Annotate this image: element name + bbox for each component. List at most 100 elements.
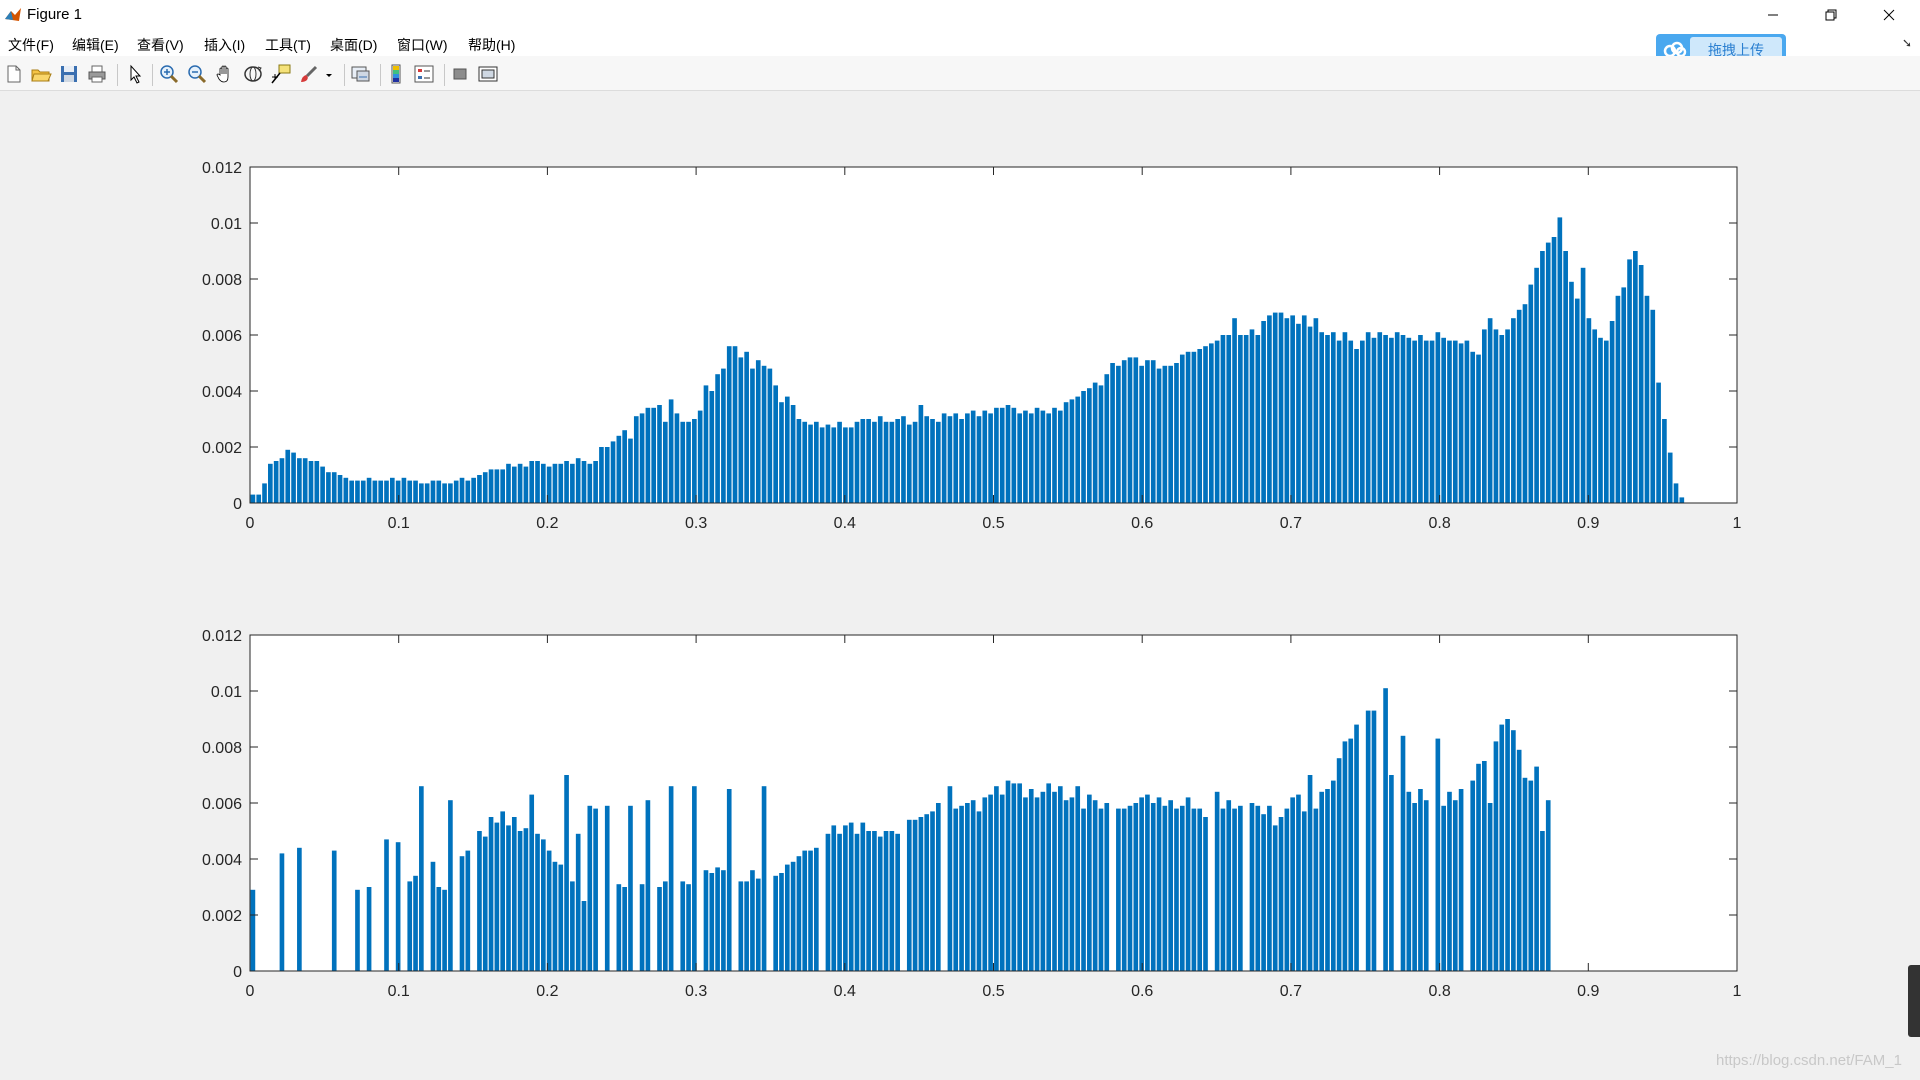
bar[interactable]	[1383, 688, 1388, 971]
bar[interactable]	[1081, 391, 1086, 503]
bar[interactable]	[1017, 783, 1022, 971]
bar[interactable]	[802, 850, 808, 971]
bar[interactable]	[860, 419, 866, 503]
bar[interactable]	[1342, 741, 1348, 971]
bar[interactable]	[889, 421, 895, 503]
bar[interactable]	[291, 452, 296, 503]
bar[interactable]	[1168, 800, 1173, 971]
bar[interactable]	[297, 847, 302, 971]
bar[interactable]	[337, 475, 343, 503]
bar[interactable]	[1179, 805, 1185, 971]
bar[interactable]	[860, 822, 866, 971]
bar[interactable]	[657, 405, 662, 503]
restore-button[interactable]	[1802, 0, 1860, 30]
bar[interactable]	[924, 416, 930, 503]
bar[interactable]	[1011, 407, 1017, 503]
bar[interactable]	[424, 483, 430, 503]
bar[interactable]	[1063, 800, 1069, 971]
bar[interactable]	[535, 833, 540, 971]
bar[interactable]	[1516, 749, 1522, 971]
bar[interactable]	[494, 822, 500, 971]
bar[interactable]	[343, 477, 349, 503]
bar[interactable]	[1092, 800, 1098, 971]
bar[interactable]	[570, 881, 575, 971]
bar[interactable]	[453, 480, 459, 503]
bar[interactable]	[587, 463, 593, 503]
bar[interactable]	[494, 469, 500, 503]
bar[interactable]	[1325, 335, 1330, 503]
figure-canvas[interactable]: 0 0.1 0.2 0.3 0.4 0.5 0.6 0.7 0.8 0.9 1 0 0.002 0.004…	[0, 91, 1920, 1080]
bar[interactable]	[1069, 797, 1075, 971]
bar[interactable]	[500, 811, 505, 971]
bar[interactable]	[1075, 786, 1081, 971]
bar[interactable]	[1418, 335, 1423, 503]
bar[interactable]	[1017, 413, 1022, 503]
show-plot-tools-icon[interactable]	[477, 63, 499, 85]
brush-icon[interactable]	[298, 63, 320, 85]
bar[interactable]	[877, 416, 883, 503]
bar[interactable]	[581, 901, 587, 971]
bar[interactable]	[1139, 797, 1144, 971]
bar[interactable]	[889, 831, 895, 971]
bar[interactable]	[628, 805, 633, 971]
bar[interactable]	[488, 469, 494, 503]
bar[interactable]	[1673, 483, 1679, 503]
bar[interactable]	[1505, 329, 1510, 503]
bar[interactable]	[477, 475, 482, 503]
bar[interactable]	[250, 889, 256, 971]
bar[interactable]	[1307, 775, 1313, 971]
bar[interactable]	[645, 407, 651, 503]
bar[interactable]	[965, 413, 970, 503]
bar[interactable]	[924, 814, 930, 971]
save-icon[interactable]	[58, 63, 80, 85]
bar[interactable]	[761, 365, 767, 503]
bar[interactable]	[1301, 811, 1307, 971]
bar[interactable]	[1162, 365, 1168, 503]
menu-tools[interactable]: 工具(T)	[265, 35, 311, 55]
bar[interactable]	[285, 449, 291, 503]
bar[interactable]	[459, 856, 465, 971]
bar[interactable]	[779, 873, 784, 971]
bar[interactable]	[1232, 318, 1237, 503]
bar[interactable]	[692, 419, 697, 503]
bar[interactable]	[773, 875, 778, 971]
bar[interactable]	[1493, 741, 1499, 971]
bar[interactable]	[912, 819, 918, 971]
bar[interactable]	[1319, 332, 1325, 503]
bar[interactable]	[482, 836, 488, 971]
bar[interactable]	[628, 438, 633, 503]
bar[interactable]	[1005, 780, 1011, 971]
menu-help[interactable]: 帮助(H)	[468, 35, 515, 55]
bar[interactable]	[1511, 730, 1516, 971]
bar[interactable]	[657, 887, 662, 971]
bar[interactable]	[692, 786, 697, 971]
bar[interactable]	[1255, 335, 1261, 503]
bar[interactable]	[1598, 337, 1603, 503]
bar[interactable]	[721, 368, 726, 503]
zoom-in-icon[interactable]	[158, 63, 180, 85]
bar[interactable]	[1371, 337, 1377, 503]
bar[interactable]	[645, 800, 651, 971]
bar[interactable]	[1487, 318, 1493, 503]
bar[interactable]	[1098, 385, 1104, 503]
bar[interactable]	[413, 875, 418, 971]
bar[interactable]	[1534, 267, 1539, 503]
bar[interactable]	[1470, 780, 1476, 971]
bar[interactable]	[709, 873, 715, 971]
bar[interactable]	[1389, 337, 1394, 503]
rotate-3d-icon[interactable]	[242, 63, 264, 85]
bar[interactable]	[1087, 388, 1092, 503]
bar[interactable]	[1389, 775, 1394, 971]
bar[interactable]	[366, 477, 372, 503]
bar[interactable]	[1063, 402, 1069, 503]
bar[interactable]	[1412, 803, 1417, 971]
bar[interactable]	[639, 413, 645, 503]
bar[interactable]	[1156, 368, 1162, 503]
bar[interactable]	[959, 805, 964, 971]
bar[interactable]	[1261, 814, 1266, 971]
bar[interactable]	[1057, 786, 1063, 971]
bar[interactable]	[703, 385, 709, 503]
dock-arrow-icon[interactable]: ➘	[1902, 36, 1912, 50]
bar[interactable]	[413, 480, 418, 503]
bar[interactable]	[953, 808, 959, 971]
